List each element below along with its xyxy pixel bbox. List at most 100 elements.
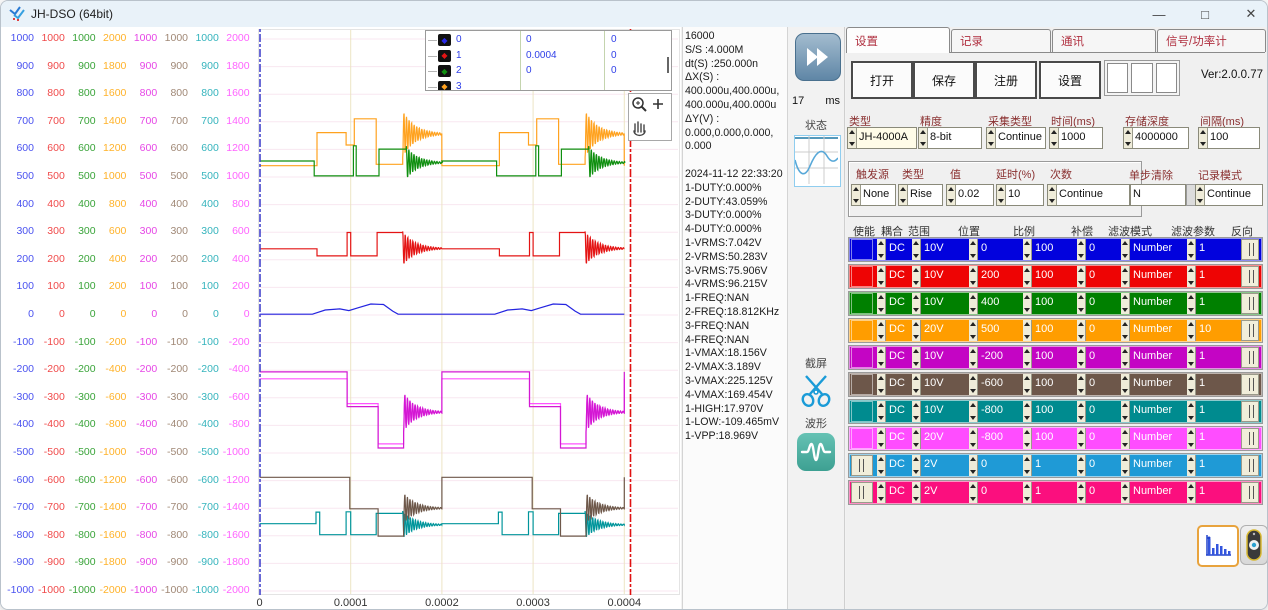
waveform-svg[interactable] — [258, 29, 680, 595]
zoom-in-icon[interactable] — [633, 98, 646, 111]
spinner[interactable] — [1023, 266, 1032, 287]
channel-comp-field[interactable]: 0 — [1077, 455, 1125, 476]
invert-toggle[interactable] — [1241, 482, 1259, 503]
invert-toggle[interactable] — [1241, 266, 1259, 287]
spinner[interactable] — [1023, 293, 1032, 314]
spinner[interactable] — [969, 482, 978, 503]
channel-range-field[interactable]: 2V — [912, 455, 972, 476]
invert-toggle[interactable] — [1241, 455, 1259, 476]
channel-position-field[interactable]: -800 — [969, 428, 1025, 449]
trigger-field-5[interactable]: Continue — [1047, 184, 1130, 206]
spinner[interactable] — [1187, 401, 1196, 422]
invert-toggle[interactable] — [1241, 293, 1259, 314]
spinner[interactable] — [912, 266, 921, 287]
channel-param-field[interactable]: 1 — [1187, 239, 1239, 260]
channel-range-field[interactable]: 10V — [912, 374, 972, 395]
legend-row[interactable]: ◆000 — [426, 33, 671, 48]
spinner[interactable] — [969, 401, 978, 422]
channel-filter-field[interactable]: Number — [1121, 239, 1191, 260]
spinner[interactable] — [877, 347, 886, 368]
channel-param-field[interactable]: 1 — [1187, 374, 1239, 395]
spinner[interactable] — [969, 293, 978, 314]
spinner[interactable] — [1023, 401, 1032, 422]
spinner[interactable] — [912, 320, 921, 341]
spinner[interactable] — [1187, 347, 1196, 368]
spinner[interactable] — [852, 185, 861, 205]
spinner[interactable] — [969, 455, 978, 476]
channel-param-field[interactable]: 1 — [1187, 293, 1239, 314]
spinner[interactable] — [1023, 428, 1032, 449]
enable-toggle[interactable] — [851, 239, 873, 260]
channel-param-field[interactable]: 1 — [1187, 455, 1239, 476]
spinner[interactable] — [1023, 347, 1032, 368]
tab-4[interactable]: 信号/功率计 — [1157, 29, 1266, 52]
channel-coupling-field[interactable]: DC — [877, 239, 915, 260]
fft-view-button[interactable] — [1197, 525, 1239, 567]
spinner[interactable] — [1077, 293, 1086, 314]
spinner[interactable] — [987, 128, 996, 148]
channel-comp-field[interactable]: 0 — [1077, 266, 1125, 287]
spinner[interactable] — [1121, 320, 1130, 341]
spinner[interactable] — [969, 347, 978, 368]
enable-toggle[interactable] — [851, 428, 873, 449]
spinner[interactable] — [1121, 401, 1130, 422]
invert-toggle[interactable] — [1241, 374, 1259, 395]
channel-range-field[interactable]: 10V — [912, 401, 972, 422]
spinner[interactable] — [1077, 320, 1086, 341]
spinner[interactable] — [1187, 482, 1196, 503]
button-save[interactable]: 保存 — [913, 61, 975, 99]
invert-toggle[interactable] — [1241, 347, 1259, 368]
spinner[interactable] — [1077, 455, 1086, 476]
spinner[interactable] — [912, 455, 921, 476]
spinner[interactable] — [1187, 293, 1196, 314]
spinner[interactable] — [1023, 455, 1032, 476]
channel-filter-field[interactable]: Number — [1121, 266, 1191, 287]
spinner[interactable] — [848, 128, 857, 148]
field-1[interactable]: JH-4000A — [847, 127, 917, 149]
tab-1[interactable]: 设置 — [846, 27, 950, 53]
channel-filter-field[interactable]: Number — [1121, 428, 1191, 449]
channel-param-field[interactable]: 10 — [1187, 320, 1239, 341]
spinner[interactable] — [912, 401, 921, 422]
spinner[interactable] — [1121, 374, 1130, 395]
channel-range-field[interactable]: 10V — [912, 293, 972, 314]
spinner[interactable] — [1050, 128, 1059, 148]
waveform-plot[interactable]: ◆000◆10.00040◆200◆3 — [258, 29, 680, 595]
spinner[interactable] — [1023, 482, 1032, 503]
channel-param-field[interactable]: 1 — [1187, 428, 1239, 449]
invert-toggle[interactable] — [1241, 401, 1259, 422]
enable-toggle[interactable] — [851, 401, 873, 422]
spinner[interactable] — [912, 239, 921, 260]
trigger-field-2[interactable]: Rise — [898, 184, 943, 206]
channel-comp-field[interactable]: 0 — [1077, 428, 1125, 449]
spinner[interactable] — [969, 428, 978, 449]
button-settings[interactable]: 设置 — [1039, 61, 1101, 99]
spinner[interactable] — [1121, 455, 1130, 476]
spinner[interactable] — [877, 374, 886, 395]
waveform-button[interactable] — [797, 433, 835, 471]
field-3[interactable]: Continue — [986, 127, 1046, 149]
channel-comp-field[interactable]: 0 — [1077, 320, 1125, 341]
channel-param-field[interactable]: 1 — [1187, 266, 1239, 287]
channel-filter-field[interactable]: Number — [1121, 455, 1191, 476]
field-2[interactable]: 8-bit — [918, 127, 982, 149]
button-register[interactable]: 注册 — [975, 61, 1037, 99]
channel-coupling-field[interactable]: DC — [877, 455, 915, 476]
channel-param-field[interactable]: 1 — [1187, 401, 1239, 422]
spinner[interactable] — [947, 185, 956, 205]
spinner[interactable] — [1196, 185, 1205, 205]
spinner[interactable] — [969, 239, 978, 260]
pan-hand-icon[interactable] — [634, 122, 645, 135]
button-open[interactable]: 打开 — [851, 61, 913, 99]
channel-position-field[interactable]: 0 — [969, 455, 1025, 476]
enable-toggle[interactable] — [851, 455, 873, 476]
legend-row[interactable]: ◆10.00040 — [426, 49, 671, 64]
spinner[interactable] — [1187, 266, 1196, 287]
close-button[interactable]: ✕ — [1243, 6, 1259, 22]
spinner[interactable] — [1121, 266, 1130, 287]
tab-2[interactable]: 记录 — [951, 29, 1051, 52]
spinner[interactable] — [969, 320, 978, 341]
enable-toggle[interactable] — [851, 347, 873, 368]
spinner[interactable] — [877, 266, 886, 287]
channel-scale-field[interactable]: 100 — [1023, 428, 1079, 449]
